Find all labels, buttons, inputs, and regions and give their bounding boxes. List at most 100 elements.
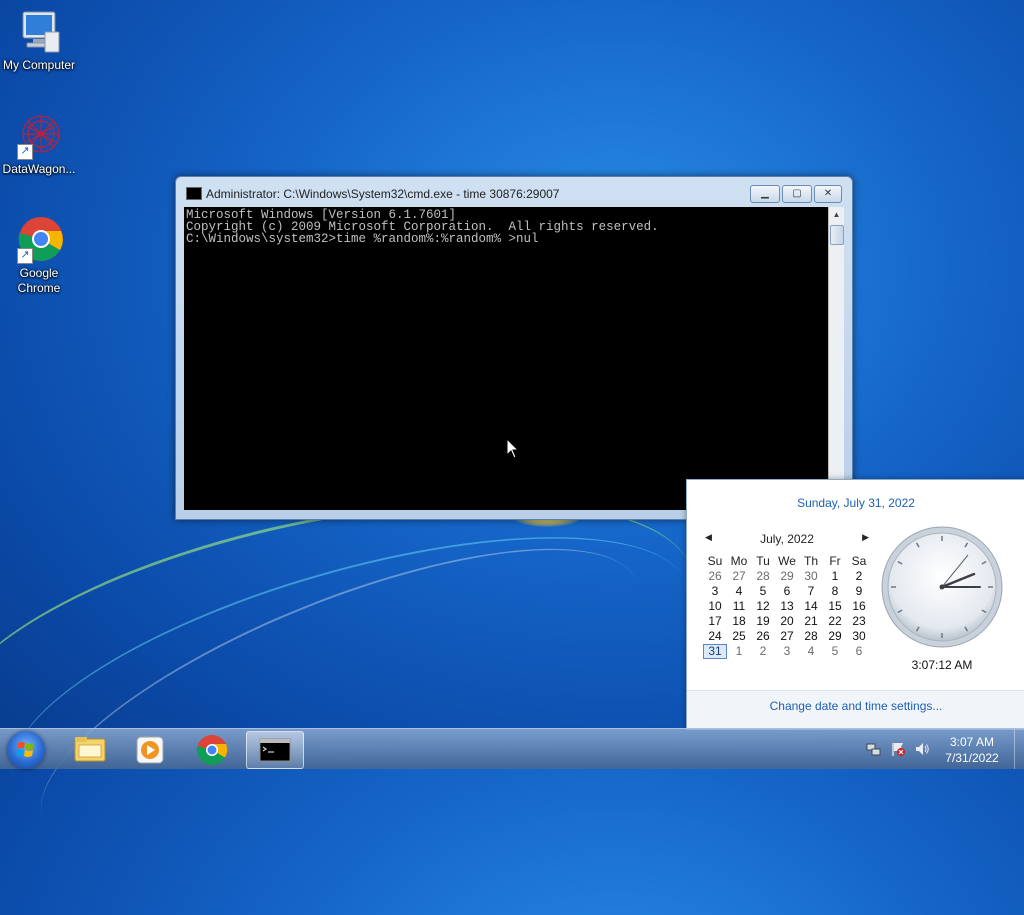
window-title: Administrator: C:\Windows\System32\cmd.e… <box>206 187 560 201</box>
calendar-day[interactable]: 4 <box>727 584 751 599</box>
scrollbar-thumb[interactable] <box>830 225 844 245</box>
calendar-day[interactable]: 2 <box>751 644 775 659</box>
calendar-day[interactable]: 28 <box>751 569 775 584</box>
desktop-icon-label: Google Chrome <box>17 266 61 295</box>
cmd-icon <box>186 187 202 200</box>
calendar-day[interactable]: 6 <box>775 584 799 599</box>
mouse-cursor-icon <box>506 438 520 459</box>
calendar-day[interactable]: 30 <box>847 629 871 644</box>
close-button[interactable]: ✕ <box>814 185 842 203</box>
calendar-day[interactable]: 18 <box>727 614 751 629</box>
calendar-day[interactable]: 13 <box>775 599 799 614</box>
calendar-day[interactable]: 19 <box>751 614 775 629</box>
calendar-day[interactable]: 21 <box>799 614 823 629</box>
previous-month-icon[interactable]: ◀ <box>705 532 712 543</box>
calendar-day[interactable]: 3 <box>775 644 799 659</box>
taskbar-media-player-button[interactable] <box>122 731 178 767</box>
calendar-day[interactable]: 22 <box>823 614 847 629</box>
calendar-day[interactable]: 8 <box>823 584 847 599</box>
calendar-day[interactable]: 14 <box>799 599 823 614</box>
shortcut-arrow-icon: ↗ <box>17 144 33 160</box>
show-desktop-button[interactable] <box>1014 729 1024 769</box>
calendar-day[interactable]: 1 <box>823 569 847 584</box>
console-output[interactable]: Microsoft Windows [Version 6.1.7601] Copy… <box>184 207 828 510</box>
cmd-window[interactable]: Administrator: C:\Windows\System32\cmd.e… <box>175 176 853 520</box>
calendar-grid: Su Mo Tu We Th Fr Sa 26 27 28 29 30 1 2 3 4 5 6 7 8 9 10 11 12 1… <box>703 554 871 659</box>
calendar-day[interactable]: 12 <box>751 599 775 614</box>
calendar-day[interactable]: 27 <box>727 569 751 584</box>
windows-logo-icon <box>16 742 34 757</box>
calendar-day[interactable]: 7 <box>799 584 823 599</box>
calendar-day[interactable]: 5 <box>823 644 847 659</box>
weekday-header: Fr <box>829 554 841 568</box>
media-player-icon <box>136 736 164 764</box>
window-controls: ▁ ▢ ✕ <box>750 185 842 203</box>
calendar-day[interactable]: 27 <box>775 629 799 644</box>
calendar: ◀ July, 2022 ▶ Su Mo Tu We Th Fr Sa 26 27 28 29 30 1… <box>703 532 871 659</box>
taskbar-chrome-button[interactable] <box>184 731 240 767</box>
chrome-icon <box>196 735 228 766</box>
change-date-time-settings-link[interactable]: Change date and time settings... <box>687 699 1024 713</box>
maximize-button[interactable]: ▢ <box>782 185 812 203</box>
vertical-scrollbar[interactable]: ▲ <box>828 207 844 510</box>
calendar-day[interactable]: 26 <box>703 569 727 584</box>
folder-icon <box>74 737 106 762</box>
weekday-header: Mo <box>730 554 748 568</box>
desktop-icon-datawagon[interactable]: ↗ DataWagon... <box>0 112 78 177</box>
network-icon[interactable] <box>866 741 882 757</box>
calendar-day[interactable]: 2 <box>847 569 871 584</box>
long-date-link[interactable]: Sunday, July 31, 2022 <box>687 496 1024 510</box>
weekday-header: Th <box>803 554 818 568</box>
calendar-day[interactable]: 9 <box>847 584 871 599</box>
calendar-day[interactable]: 31 <box>703 644 727 659</box>
calendar-day[interactable]: 16 <box>847 599 871 614</box>
calendar-day[interactable]: 30 <box>799 569 823 584</box>
desktop-icon-label: My Computer <box>2 58 76 72</box>
start-button[interactable] <box>7 731 45 769</box>
weekday-header: We <box>778 554 796 568</box>
computer-icon <box>15 8 63 56</box>
calendar-day[interactable]: 25 <box>727 629 751 644</box>
taskbar-explorer-button[interactable] <box>62 731 118 767</box>
desktop-icon-label: DataWagon... <box>2 162 76 176</box>
digital-time: 3:07:12 AM <box>911 658 973 672</box>
taskbar-date: 7/31/2022 <box>945 751 999 765</box>
calendar-day[interactable]: 29 <box>823 629 847 644</box>
calendar-day[interactable]: 11 <box>727 599 751 614</box>
weekday-header: Su <box>707 554 723 568</box>
weekday-header: Sa <box>851 554 867 568</box>
taskbar-cmd-button[interactable] <box>246 731 304 769</box>
analog-clock <box>881 526 1003 648</box>
calendar-day[interactable]: 3 <box>703 584 727 599</box>
taskbar: 3:07 AM 7/31/2022 <box>0 728 1024 769</box>
calendar-day[interactable]: 5 <box>751 584 775 599</box>
calendar-day[interactable]: 15 <box>823 599 847 614</box>
calendar-day[interactable]: 26 <box>751 629 775 644</box>
taskbar-clock[interactable]: 3:07 AM 7/31/2022 <box>930 734 1014 766</box>
calendar-day[interactable]: 24 <box>703 629 727 644</box>
scroll-up-arrow-icon[interactable]: ▲ <box>829 207 844 222</box>
calendar-header: ◀ July, 2022 ▶ <box>703 532 871 548</box>
desktop-icon-my-computer[interactable]: My Computer <box>0 8 78 73</box>
desktop-icon-google-chrome[interactable]: ↗ Google Chrome <box>0 216 78 296</box>
calendar-day[interactable]: 1 <box>727 644 751 659</box>
calendar-day[interactable]: 20 <box>775 614 799 629</box>
console-line: C:\Windows\system32>time %random%:%rando… <box>186 232 539 246</box>
calendar-day[interactable]: 6 <box>847 644 871 659</box>
minimize-button[interactable]: ▁ <box>750 185 780 203</box>
month-label[interactable]: July, 2022 <box>760 532 814 546</box>
calendar-day[interactable]: 29 <box>775 569 799 584</box>
date-time-flyout: Sunday, July 31, 2022 ◀ July, 2022 ▶ Su M… <box>686 479 1024 730</box>
volume-icon[interactable] <box>914 741 930 757</box>
calendar-day[interactable]: 28 <box>799 629 823 644</box>
taskbar-time: 3:07 AM <box>949 735 995 749</box>
action-center-flag-icon[interactable] <box>890 741 906 757</box>
next-month-icon[interactable]: ▶ <box>862 532 869 543</box>
calendar-day[interactable]: 17 <box>703 614 727 629</box>
datawagon-icon: ↗ <box>15 112 63 160</box>
calendar-day[interactable]: 4 <box>799 644 823 659</box>
calendar-day[interactable]: 23 <box>847 614 871 629</box>
calendar-day[interactable]: 10 <box>703 599 727 614</box>
chrome-icon: ↗ <box>15 216 63 264</box>
shortcut-arrow-icon: ↗ <box>17 248 33 264</box>
